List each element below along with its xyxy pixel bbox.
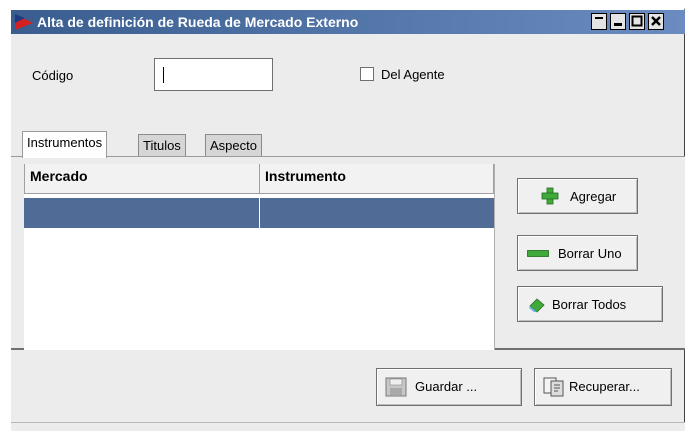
del-agente-label[interactable]: Del Agente <box>381 67 445 82</box>
eraser-icon <box>529 298 545 313</box>
column-header-instrumento[interactable]: Instrumento <box>259 164 494 194</box>
tab-label: Titulos <box>143 138 181 153</box>
codigo-input[interactable] <box>154 58 273 91</box>
guardar-label: Guardar ... <box>415 379 478 394</box>
close-icon[interactable] <box>648 13 664 30</box>
borrar-todos-button[interactable]: Borrar Todos <box>517 286 663 322</box>
agregar-button[interactable]: Agregar <box>517 178 638 214</box>
plus-icon <box>541 187 559 205</box>
app-icon <box>15 14 33 30</box>
guardar-button[interactable]: Guardar ... <box>376 368 522 406</box>
cell-divider <box>259 198 260 228</box>
tab-instrumentos[interactable]: Instrumentos <box>22 131 108 158</box>
borrar-todos-label: Borrar Todos <box>552 297 627 312</box>
borrar-uno-label: Borrar Uno <box>558 246 622 261</box>
del-agente-checkbox[interactable] <box>360 67 374 81</box>
tab-aspecto[interactable]: Aspecto <box>205 134 262 156</box>
agregar-label: Agregar <box>570 189 617 204</box>
dialog-window: Alta de definición de Rueda de Mercado E… <box>9 8 685 431</box>
maximize-icon[interactable] <box>629 13 645 30</box>
window-title: Alta de definición de Rueda de Mercado E… <box>37 14 359 30</box>
recuperar-button[interactable]: Recuperar... <box>534 368 672 406</box>
tab-label: Instrumentos <box>27 135 103 150</box>
table-row[interactable] <box>24 198 494 228</box>
tab-label: Aspecto <box>210 138 257 153</box>
instrumentos-table[interactable]: Mercado Instrumento <box>24 164 495 350</box>
tab-titulos[interactable]: Titulos <box>138 134 186 156</box>
column-header-mercado[interactable]: Mercado <box>24 164 260 194</box>
codigo-label: Código <box>32 68 74 83</box>
save-icon <box>385 377 407 397</box>
minus-icon <box>527 250 549 257</box>
text-caret <box>163 67 164 83</box>
recuperar-label: Recuperar... <box>569 379 640 394</box>
title-bar[interactable]: Alta de definición de Rueda de Mercado E… <box>11 10 685 34</box>
status-bar <box>11 422 685 431</box>
borrar-uno-button[interactable]: Borrar Uno <box>517 235 638 271</box>
minimize-icon[interactable] <box>610 13 626 30</box>
retrieve-icon <box>543 377 564 397</box>
restore-icon[interactable] <box>591 13 607 30</box>
